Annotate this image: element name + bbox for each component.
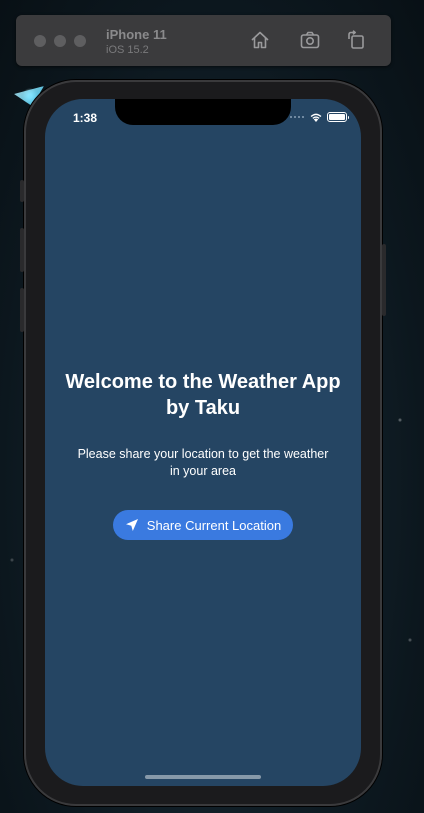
notch [115,99,291,125]
window-close-button[interactable] [34,35,46,47]
share-location-label: Share Current Location [146,517,282,533]
rotate-icon[interactable] [345,29,367,51]
simulator-toolbar: iPhone 11 iOS 15.2 [16,15,391,66]
volume-up-button [20,228,24,272]
app-screen: 1:38 Welcome to the Weather App by Taku … [45,99,361,786]
wifi-icon [309,112,323,122]
device-os-version: iOS 15.2 [106,44,149,56]
status-time: 1:38 [73,111,98,125]
share-location-button[interactable]: Share Current Location [113,510,293,540]
status-icons [289,112,349,122]
volume-down-button [20,288,24,332]
mute-switch [20,180,24,202]
location-prompt: Please share your location to get the we… [77,447,329,478]
home-indicator[interactable] [145,775,261,779]
cellular-signal-icon [290,116,304,118]
device-name: iPhone 11 [106,27,167,42]
window-zoom-button[interactable] [74,35,86,47]
welcome-title: Welcome to the Weather App by Taku [65,371,341,419]
window-minimize-button[interactable] [54,35,66,47]
battery-icon [327,112,349,122]
location-arrow-icon [125,518,139,532]
home-icon[interactable] [249,29,271,51]
power-button [382,244,386,316]
screenshot-icon[interactable] [299,29,321,51]
